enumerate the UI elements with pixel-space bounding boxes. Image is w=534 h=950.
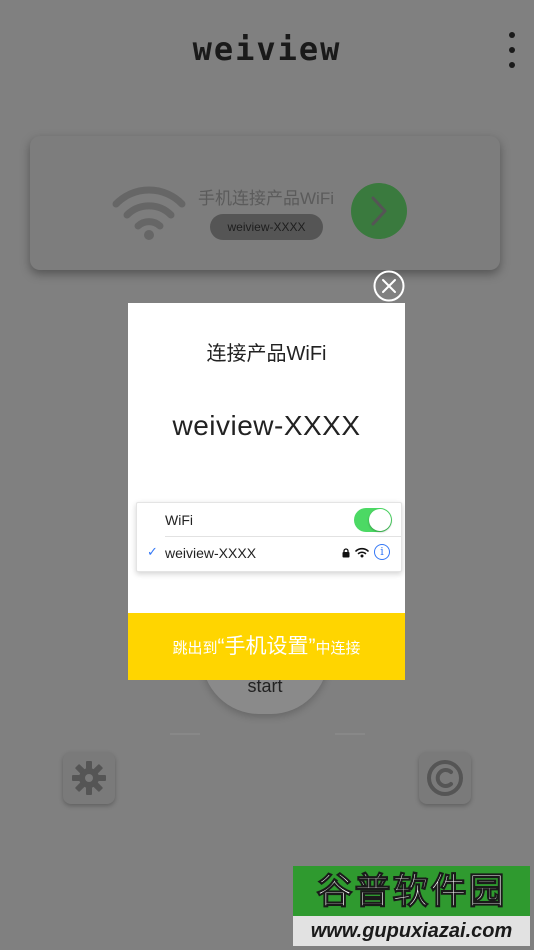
copyright-button[interactable] [419, 752, 471, 804]
app-title: weiview [192, 30, 342, 68]
check-icon: ✓ [147, 544, 158, 559]
info-icon: i [374, 544, 390, 560]
divider [335, 733, 365, 735]
watermark: 谷普软件园 www.gupuxiazai.com [293, 866, 530, 946]
wifi-card-ssid: weiview-XXXX [210, 214, 323, 240]
dialog-ssid: weiview-XXXX [172, 410, 361, 441]
wifi-icon [112, 186, 186, 240]
settings-button[interactable] [63, 752, 115, 804]
watermark-url: www.gupuxiazai.com [293, 916, 530, 946]
divider [170, 733, 200, 735]
dialog-title: 连接产品WiFi [206, 343, 327, 365]
wifi-toggle [354, 508, 392, 532]
wifi-toggle-row: WiFi [137, 503, 401, 536]
wifi-label: WiFi [165, 512, 193, 528]
gear-icon [72, 761, 106, 795]
network-name: weiview-XXXX [165, 545, 257, 561]
action-highlight: “手机设置” [217, 635, 316, 658]
lock-icon [342, 548, 350, 558]
wifi-card-label: 手机连接产品WiFi [198, 189, 334, 208]
open-phone-settings-button[interactable]: 跳出到“手机设置”中连接 [128, 613, 405, 680]
network-row: ✓ weiview-XXXX i [137, 536, 401, 569]
close-icon[interactable] [373, 270, 405, 302]
copyright-icon [427, 760, 463, 796]
action-prefix: 跳出到 [172, 640, 218, 657]
action-suffix: 中连接 [315, 640, 361, 657]
watermark-brand: 谷普软件园 [293, 866, 530, 916]
menu-dots-icon[interactable] [500, 30, 524, 70]
wifi-connect-card[interactable]: 手机连接产品WiFi weiview-XXXX [30, 136, 500, 270]
chevron-right-icon [371, 196, 387, 226]
connect-wifi-dialog: 连接产品WiFi weiview-XXXX WiFi ✓ weiview-XXX… [128, 303, 405, 680]
wifi-signal-icon [355, 547, 369, 558]
go-button[interactable] [351, 183, 407, 239]
wifi-settings-preview: WiFi ✓ weiview-XXXX i [136, 502, 402, 572]
app-header: weiview [0, 0, 534, 100]
